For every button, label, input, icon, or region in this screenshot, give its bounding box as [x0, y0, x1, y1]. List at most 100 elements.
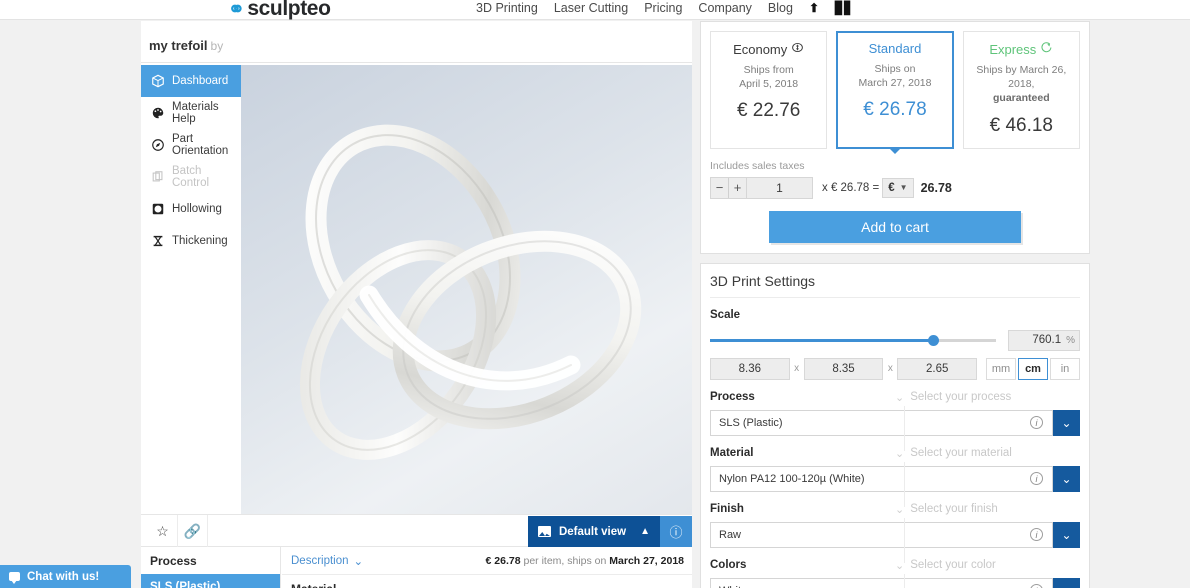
tier-name-label: Express [989, 41, 1037, 57]
default-view-label: Default view [558, 525, 627, 538]
trefoil-knot-3d-model [241, 65, 692, 514]
field-hint-label: Select your material [910, 447, 1012, 460]
process-select[interactable]: SLS (Plastic) i ⌄ [710, 409, 1080, 436]
finish-select[interactable]: Raw i ⌄ [710, 521, 1080, 548]
currency-select[interactable]: € ▼ [882, 177, 914, 198]
sidebar-item-dashboard[interactable]: Dashboard [141, 65, 241, 97]
select-value-label: Nylon PA12 100-120µ (White) [719, 472, 865, 485]
scale-slider[interactable] [710, 332, 996, 348]
process-select-value[interactable]: SLS (Plastic) i [710, 409, 1053, 436]
field-hint: ⌄ Select your finish [895, 503, 998, 516]
viewer-toolbar: ☆ 🔗 Default view ▲ ⓘ [141, 514, 692, 547]
colors-select[interactable]: White i ⌄ [710, 577, 1080, 588]
dimension-z-input[interactable]: 2.65 [897, 357, 978, 380]
scale-value-input[interactable]: 760.1 % [1008, 329, 1080, 351]
nav-link-3d-printing[interactable]: 3D Printing [476, 1, 538, 15]
chevron-down-icon[interactable]: ⌄ [1053, 577, 1080, 588]
tier-economy[interactable]: Economy Ships from April 5, 2018 € 22.76 [710, 31, 828, 149]
palette-icon [151, 106, 165, 120]
tier-express[interactable]: Express Ships by March 26, 2018, guarant… [962, 31, 1080, 149]
chevron-down-icon[interactable]: ⌄ [1053, 521, 1080, 548]
field-hint-label: Select your color [910, 559, 996, 572]
sidebar-item-label: Dashboard [172, 75, 229, 87]
process-selected-row[interactable]: SLS (Plastic) [141, 574, 280, 588]
sculpteo-logo[interactable]: ⚭ sculpteo [228, 0, 331, 21]
sidebar-item-thickening[interactable]: Thickening [141, 225, 241, 257]
field-connector-line [904, 573, 905, 588]
caret-down-icon: ▼ [899, 183, 908, 193]
sidebar-item-label: Batch Control [172, 165, 210, 189]
quantity-increment-button[interactable]: + [729, 178, 746, 198]
per-item-price-text: € 26.78 per item, ships on March 27, 201… [486, 555, 684, 567]
unit-cm-button[interactable]: cm [1018, 357, 1049, 380]
link-icon[interactable]: 🔗 [178, 515, 208, 547]
finish-select-value[interactable]: Raw i [710, 521, 1053, 548]
tier-sub-line2: March 27, 2018 [858, 77, 932, 90]
sidebar-item-part-orientation[interactable]: Part Orientation [141, 129, 241, 161]
sidebar-item-label: Part Orientation [172, 133, 229, 157]
library-icon[interactable]: ▊▋ [835, 1, 853, 15]
star-icon[interactable]: ☆ [148, 515, 178, 547]
right-column: Economy Ships from April 5, 2018 € 22.76… [700, 21, 1090, 588]
scale-value: 760.1 [1032, 334, 1062, 347]
select-value-label: Raw [719, 528, 742, 541]
top-nav-links: 3D Printing Laser Cutting Pricing Compan… [476, 1, 853, 15]
chevron-down-icon: ⌄ [353, 555, 364, 568]
dimension-x-input[interactable]: 8.36 [710, 357, 790, 380]
field-label: Process [710, 391, 755, 404]
chevron-down-icon[interactable]: ⌄ [1053, 465, 1080, 492]
tier-economy-name-row: Economy [715, 41, 822, 57]
quantity-decrement-button[interactable]: − [711, 178, 728, 198]
info-icon[interactable]: i [1030, 584, 1043, 588]
material-select-value[interactable]: Nylon PA12 100-120µ (White) i [710, 465, 1053, 492]
model-viewer-canvas[interactable] [241, 65, 692, 514]
unit-toggle-group: mm cm in [984, 357, 1081, 380]
sidebar-item-materials-help[interactable]: Materials Help [141, 97, 241, 129]
unit-mm-button[interactable]: mm [986, 357, 1017, 380]
material-select[interactable]: Nylon PA12 100-120µ (White) i ⌄ [710, 465, 1080, 492]
sidebar-item-hollowing[interactable]: Hollowing [141, 193, 241, 225]
model-by-label: by [210, 39, 224, 53]
chevron-up-icon: ▲ [640, 526, 650, 537]
quantity-input[interactable]: 1 [747, 176, 813, 199]
dimension-y-input[interactable]: 8.35 [803, 357, 884, 380]
hollowing-icon [151, 202, 165, 216]
default-view-button[interactable]: Default view ▲ [527, 516, 660, 547]
workspace-bottom-table: Process SLS (Plastic) Description ⌄ € 26… [141, 547, 692, 588]
cube-icon [151, 74, 165, 88]
chat-label: Chat with us! [27, 570, 100, 583]
info-icon[interactable]: i [1030, 416, 1043, 430]
nav-link-laser-cutting[interactable]: Laser Cutting [554, 1, 628, 15]
question-mark-icon[interactable]: ⓘ [660, 516, 692, 547]
description-toggle[interactable]: Description ⌄ [291, 554, 363, 568]
add-to-cart-button[interactable]: Add to cart [769, 210, 1021, 243]
total-price: 26.78 [920, 180, 952, 195]
left-gutter [0, 21, 141, 588]
field-material: Material ⌄ Select your material Nylon PA… [710, 447, 1080, 507]
top-navigation-bar: ⚭ sculpteo 3D Printing Laser Cutting Pri… [0, 0, 1190, 20]
quantity-stepper[interactable]: − + [710, 176, 747, 199]
info-icon[interactable]: i [1030, 472, 1043, 486]
nav-link-pricing[interactable]: Pricing [644, 1, 682, 15]
field-connector-line [904, 461, 905, 507]
field-finish: Finish ⌄ Select your finish Raw i ⌄ [710, 503, 1080, 563]
slider-knob[interactable] [928, 335, 940, 347]
colors-select-value[interactable]: White i [710, 577, 1053, 588]
unit-in-button[interactable]: in [1050, 357, 1081, 380]
sidebar-item-batch-control: Batch Control [141, 161, 241, 193]
tier-standard[interactable]: Standard Ships on March 27, 2018 € 26.78 [836, 31, 954, 149]
info-icon[interactable]: i [1030, 528, 1043, 542]
description-column: Description ⌄ € 26.78 per item, ships on… [282, 547, 692, 588]
tier-standard-price: € 26.78 [863, 99, 927, 121]
chevron-down-icon[interactable]: ⌄ [1053, 409, 1080, 436]
nav-link-company[interactable]: Company [698, 1, 752, 15]
sidebar-item-label: Hollowing [172, 203, 222, 215]
tier-sub-line1: Ships on [874, 63, 916, 75]
model-name-label: my trefoil [149, 38, 208, 53]
nav-link-blog[interactable]: Blog [768, 1, 793, 15]
upload-icon[interactable]: ⬆ [809, 1, 819, 15]
per-item-mid: per item, ships on [520, 554, 610, 567]
dimensions-row: 8.36 x 8.35 x 2.65 mm cm in [710, 357, 1081, 380]
chat-widget-button[interactable]: Chat with us! [0, 565, 131, 588]
print-settings-title: 3D Print Settings [710, 264, 1080, 298]
